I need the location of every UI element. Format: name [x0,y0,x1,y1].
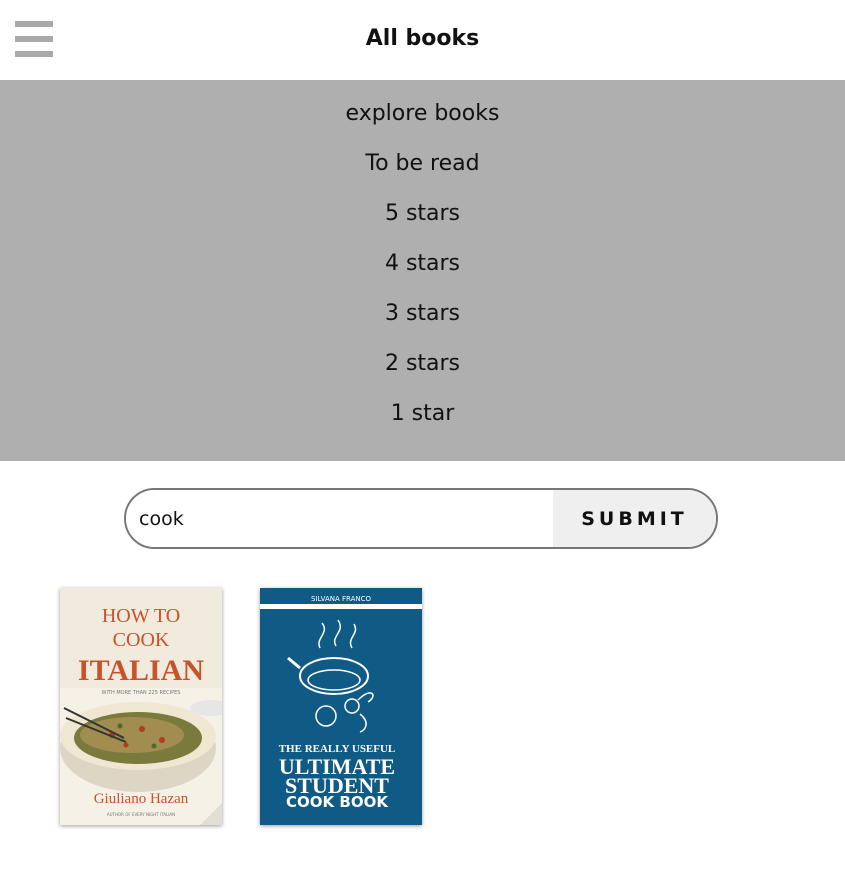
menu-item-2-stars[interactable]: 2 stars [0,351,845,376]
book-cover-art: SILVANA FRANCO THE REALLY USEFUL ULTIMAT… [260,588,422,825]
book-cover-ultimate-student-cook-book[interactable]: SILVANA FRANCO THE REALLY USEFUL ULTIMAT… [260,588,422,825]
book2-title-line4: COOK BOOK [286,793,389,811]
menu-item-4-stars[interactable]: 4 stars [0,251,845,276]
submit-button[interactable]: SUBMIT [553,490,716,547]
menu-item-5-stars[interactable]: 5 stars [0,201,845,226]
book1-author: Giuliano Hazan [94,791,189,807]
book-cover-how-to-cook-italian[interactable]: HOW TO COOK ITALIAN WITH MORE THAN 225 R… [60,588,222,825]
nav-menu: explore books To be read 5 stars 4 stars… [0,80,845,461]
book1-title-line3: ITALIAN [78,654,204,687]
book-cover-art: HOW TO COOK ITALIAN WITH MORE THAN 225 R… [60,588,222,825]
search-form: SUBMIT [124,488,718,549]
menu-item-to-be-read[interactable]: To be read [0,151,845,176]
menu-item-explore-books[interactable]: explore books [0,101,845,126]
menu-item-3-stars[interactable]: 3 stars [0,301,845,326]
hamburger-bar [15,51,53,57]
book1-tagline: AUTHOR OF EVERY NIGHT ITALIAN [107,812,175,817]
book1-subtitle: WITH MORE THAN 225 RECIPES [102,690,181,696]
page-title: All books [365,26,480,51]
app-header: All books [0,0,845,80]
book2-author: SILVANA FRANCO [311,595,372,603]
menu-item-1-star[interactable]: 1 star [0,401,845,426]
book1-title-line1: HOW TO [102,605,180,627]
book1-title-line2: COOK [113,629,170,651]
search-input[interactable] [126,490,553,547]
